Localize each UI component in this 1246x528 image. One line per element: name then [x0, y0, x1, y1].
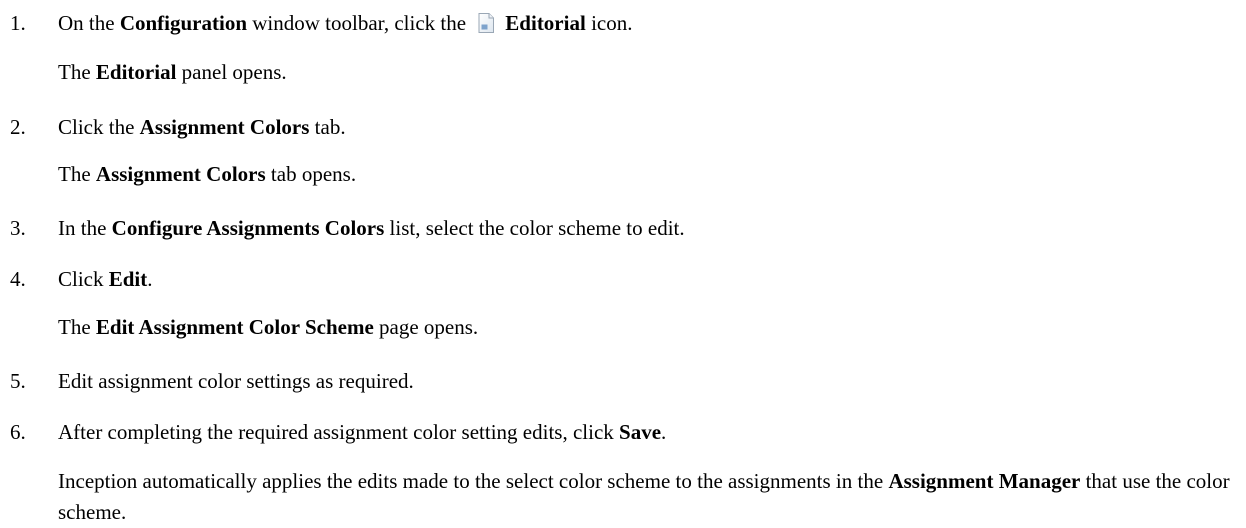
text-run: Inception automatically applies the edit… — [58, 469, 889, 493]
step-text: In the Configure Assignments Colors list… — [58, 213, 685, 243]
ui-term-save: Save — [619, 420, 662, 444]
text-run: On the — [58, 11, 120, 35]
text-run: The — [58, 60, 96, 84]
text-run: tab. — [309, 115, 346, 139]
text-run: Click — [58, 267, 109, 291]
step-2: 2. Click the Assignment Colors tab. — [0, 112, 1246, 142]
text-run: Click the — [58, 115, 140, 139]
step-5: 5. Edit assignment color settings as req… — [0, 366, 1246, 396]
step-4-result: The Edit Assignment Color Scheme page op… — [58, 312, 478, 342]
step-3: 3. In the Configure Assignments Colors l… — [0, 213, 1246, 243]
document-icon — [475, 12, 497, 34]
ui-term-edit-assignment-color-scheme: Edit Assignment Color Scheme — [95, 315, 374, 339]
step-text: Edit assignment color settings as requir… — [58, 369, 414, 393]
step-number: 3. — [10, 216, 26, 240]
step-2-result: The Assignment Colors tab opens. — [58, 159, 356, 189]
ui-term-configuration: Configuration — [119, 11, 248, 35]
step-text: After completing the required assignment… — [58, 417, 666, 447]
text-run: page opens. — [373, 315, 479, 339]
text-run: After completing the required assignment… — [58, 420, 620, 444]
step-text: Click Edit. — [58, 264, 153, 294]
text-run: The — [58, 315, 96, 339]
step-text: On the Configuration window toolbar, cli… — [58, 8, 632, 38]
text-run: . — [661, 420, 667, 444]
ui-term-configure-assignments-colors: Configure Assignments Colors — [111, 216, 385, 240]
text-run: icon. — [585, 11, 633, 35]
step-number: 6. — [10, 420, 26, 444]
step-6-result: Inception automatically applies the edit… — [58, 466, 1243, 528]
text-run: window toolbar, click the — [247, 11, 472, 35]
step-number: 4. — [10, 267, 26, 291]
step-1-result: The Editorial panel opens. — [58, 57, 287, 87]
ui-term-assignment-manager: Assignment Manager — [888, 469, 1081, 493]
text-run: In the — [58, 216, 112, 240]
step-number: 1. — [10, 11, 26, 35]
step-1: 1. On the Configuration window toolbar, … — [0, 8, 1246, 38]
ui-term-editorial: Editorial — [505, 11, 586, 35]
ui-term-assignment-colors: Assignment Colors — [95, 162, 266, 186]
text-run: panel opens. — [176, 60, 287, 84]
ui-term-assignment-colors: Assignment Colors — [139, 115, 310, 139]
text-run: . — [147, 267, 153, 291]
step-4: 4. Click Edit. — [0, 264, 1246, 294]
step-text: Click the Assignment Colors tab. — [58, 112, 346, 142]
text-run: list, select the color scheme to edit. — [384, 216, 685, 240]
text-run: The — [58, 162, 96, 186]
step-6: 6. After completing the required assignm… — [0, 417, 1246, 447]
step-number: 2. — [10, 115, 26, 139]
step-number: 5. — [10, 369, 26, 393]
ui-term-edit: Edit — [108, 267, 148, 291]
ui-term-editorial: Editorial — [95, 60, 177, 84]
text-run: tab opens. — [265, 162, 357, 186]
